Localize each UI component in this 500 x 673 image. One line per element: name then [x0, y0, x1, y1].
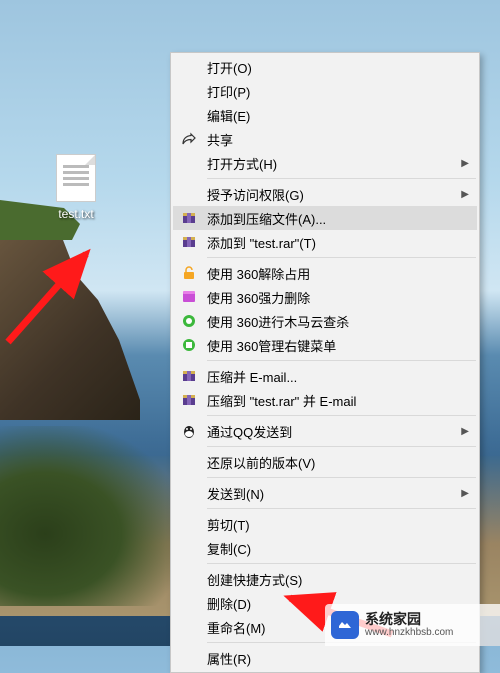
manage-360-icon: [181, 337, 197, 353]
menu-add-to-rar[interactable]: 添加到 "test.rar"(T): [173, 230, 477, 254]
menu-label: 共享: [207, 130, 233, 149]
scan-360-icon: [181, 313, 197, 329]
menu-separator: [207, 178, 476, 179]
menu-label: 属性(R): [207, 649, 251, 668]
menu-label: 剪切(T): [207, 515, 250, 534]
rar-icon: [181, 392, 197, 408]
watermark: 系统家园 www.hnzkhbsb.com: [325, 604, 500, 646]
desktop-file-icon[interactable]: test.txt: [46, 154, 106, 222]
chevron-right-icon: ▶: [461, 488, 469, 499]
menu-360-force-delete[interactable]: 使用 360强力删除: [173, 285, 477, 309]
menu-separator: [207, 477, 476, 478]
watermark-title: 系统家园: [365, 612, 453, 627]
menu-restore-previous[interactable]: 还原以前的版本(V): [173, 450, 477, 474]
delete-360-icon: [181, 289, 197, 305]
menu-360-unlock[interactable]: 使用 360解除占用: [173, 261, 477, 285]
menu-separator: [207, 563, 476, 564]
menu-create-shortcut[interactable]: 创建快捷方式(S): [173, 567, 477, 591]
menu-label: 使用 360进行木马云查杀: [207, 312, 349, 331]
menu-separator: [207, 508, 476, 509]
menu-separator: [207, 257, 476, 258]
menu-label: 创建快捷方式(S): [207, 570, 302, 589]
menu-separator: [207, 446, 476, 447]
unlock-360-icon: [181, 265, 197, 281]
menu-zip-email[interactable]: 压缩并 E-mail...: [173, 364, 477, 388]
menu-label: 授予访问权限(G): [207, 185, 304, 204]
menu-label: 发送到(N): [207, 484, 264, 503]
menu-open[interactable]: 打开(O): [173, 55, 477, 79]
menu-print[interactable]: 打印(P): [173, 79, 477, 103]
menu-label: 通过QQ发送到: [207, 422, 292, 441]
watermark-logo-icon: [331, 611, 359, 639]
watermark-text: 系统家园 www.hnzkhbsb.com: [365, 612, 453, 638]
menu-label: 打印(P): [207, 82, 250, 101]
menu-zip-to-email[interactable]: 压缩到 "test.rar" 并 E-mail: [173, 388, 477, 412]
menu-properties[interactable]: 属性(R): [173, 646, 477, 670]
menu-360-manage[interactable]: 使用 360管理右键菜单: [173, 333, 477, 357]
rar-icon: [181, 368, 197, 384]
menu-label: 添加到压缩文件(A)...: [207, 209, 326, 228]
menu-label: 复制(C): [207, 539, 251, 558]
menu-separator: [207, 415, 476, 416]
menu-label: 添加到 "test.rar"(T): [207, 233, 316, 252]
menu-label: 编辑(E): [207, 106, 250, 125]
file-label: test.txt: [46, 206, 106, 222]
menu-cut[interactable]: 剪切(T): [173, 512, 477, 536]
menu-label: 压缩到 "test.rar" 并 E-mail: [207, 391, 356, 410]
menu-qq-send[interactable]: 通过QQ发送到 ▶: [173, 419, 477, 443]
share-icon: [181, 131, 197, 147]
menu-label: 打开(O): [207, 58, 252, 77]
menu-edit[interactable]: 编辑(E): [173, 103, 477, 127]
menu-label: 使用 360管理右键菜单: [207, 336, 336, 355]
menu-label: 还原以前的版本(V): [207, 453, 315, 472]
menu-share[interactable]: 共享: [173, 127, 477, 151]
watermark-url: www.hnzkhbsb.com: [365, 627, 453, 638]
chevron-right-icon: ▶: [461, 189, 469, 200]
menu-label: 删除(D): [207, 594, 251, 613]
menu-send-to[interactable]: 发送到(N) ▶: [173, 481, 477, 505]
menu-copy[interactable]: 复制(C): [173, 536, 477, 560]
context-menu: 打开(O) 打印(P) 编辑(E) 共享 打开方式(H) ▶ 授予访问权限(G) ▶…: [170, 52, 480, 673]
menu-label: 使用 360解除占用: [207, 264, 310, 283]
menu-label: 压缩并 E-mail...: [207, 367, 297, 386]
text-file-icon: [56, 154, 96, 202]
menu-label: 重命名(M): [207, 618, 266, 637]
chevron-right-icon: ▶: [461, 158, 469, 169]
menu-grant-access[interactable]: 授予访问权限(G) ▶: [173, 182, 477, 206]
chevron-right-icon: ▶: [461, 426, 469, 437]
rar-icon: [181, 210, 197, 226]
landscape-shore: [0, 426, 180, 606]
rar-icon: [181, 234, 197, 250]
menu-label: 使用 360强力删除: [207, 288, 310, 307]
menu-label: 打开方式(H): [207, 154, 277, 173]
menu-360-scan[interactable]: 使用 360进行木马云查杀: [173, 309, 477, 333]
menu-separator: [207, 360, 476, 361]
menu-open-with[interactable]: 打开方式(H) ▶: [173, 151, 477, 175]
qq-icon: [181, 423, 197, 439]
menu-add-archive[interactable]: 添加到压缩文件(A)...: [173, 206, 477, 230]
